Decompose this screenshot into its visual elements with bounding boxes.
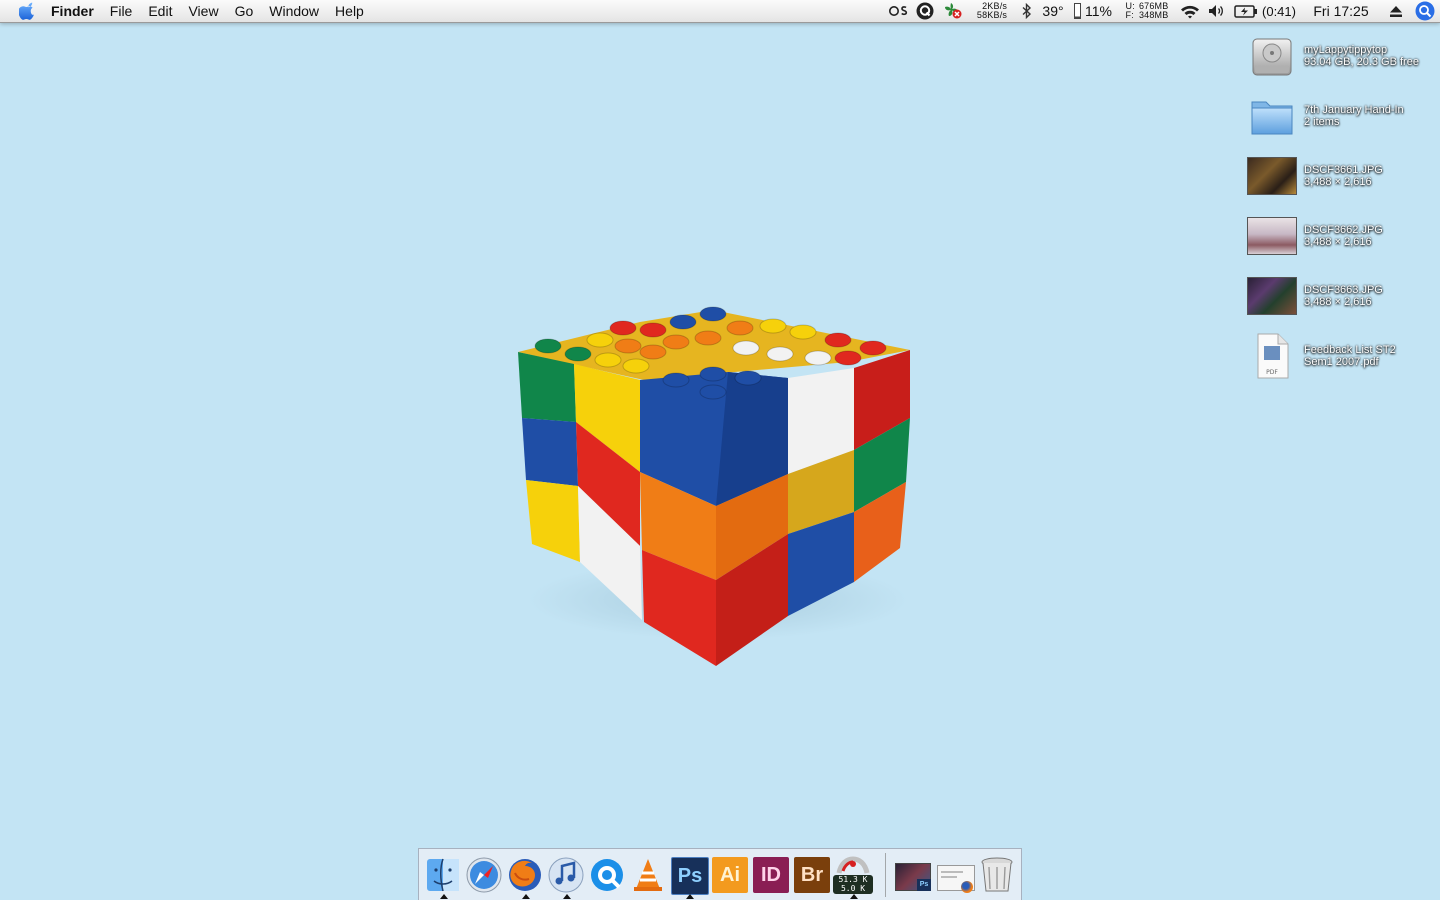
photoshop-badge: Ps — [917, 879, 931, 891]
photoshop-icon: Ps — [671, 857, 709, 895]
hard-drive-icon — [1246, 32, 1298, 80]
desktop-icon-info: 2 items — [1304, 116, 1340, 128]
os-menu-icon[interactable] — [886, 0, 912, 22]
safari-icon — [466, 857, 502, 893]
network-speed-monitor[interactable]: 2KB/s 58KB/s — [968, 0, 1016, 22]
dock-separator — [885, 853, 886, 897]
photo-thumbnail — [1246, 272, 1298, 320]
pdf-icon: PDF — [1246, 332, 1298, 380]
desktop-icon-hard-drive[interactable]: myLappytippytop 93.04 GB, 20.3 GB free — [1246, 32, 1436, 84]
desktop-icon-folder[interactable]: 7th January Hand-In 2 items — [1246, 92, 1436, 144]
menu-window[interactable]: Window — [261, 0, 327, 22]
memory-free-label: F: — [1125, 10, 1134, 20]
dock-firefox[interactable] — [505, 855, 545, 899]
desktop-icon-info: 3,488 × 2,616 — [1304, 296, 1372, 308]
network-monitor-icon — [836, 856, 870, 874]
dock-quicktime[interactable] — [587, 855, 627, 895]
dock-stack-photos[interactable]: Ps — [893, 855, 933, 895]
menu-view[interactable]: View — [180, 0, 226, 22]
cpu-monitor[interactable]: 11% — [1068, 0, 1118, 22]
svg-text:PDF: PDF — [1266, 369, 1278, 376]
illustrator-icon: Ai — [712, 857, 748, 893]
desktop-icon-label: DSCF3662.JPG — [1304, 224, 1383, 236]
menu-app-name[interactable]: Finder — [51, 0, 102, 22]
running-indicator — [522, 894, 530, 899]
menu-edit[interactable]: Edit — [140, 0, 180, 22]
network-monitor-down: 5.0 K — [840, 884, 866, 893]
desktop-icon-label: myLappytippytop — [1304, 44, 1388, 56]
dock-itunes[interactable] — [546, 855, 586, 899]
apple-menu-icon[interactable] — [19, 2, 37, 20]
indesign-icon: ID — [753, 857, 789, 893]
desktop-icon-pdf[interactable]: PDF Feedback List ST2 Sem1 2007.pdf — [1246, 332, 1436, 384]
battery-status[interactable]: (0:41) — [1230, 0, 1300, 22]
desktop-icon-info: 3,488 × 2,616 — [1304, 236, 1372, 248]
bridge-icon: Br — [794, 857, 830, 893]
firefox-badge-icon — [961, 881, 973, 893]
battery-time: (0:41) — [1262, 3, 1296, 19]
bluetooth-icon[interactable] — [1016, 0, 1038, 22]
cpu-bar-icon — [1074, 3, 1081, 19]
quicksilver-icon[interactable] — [912, 0, 938, 22]
desktop-icon-photo[interactable]: DSCF3661.JPG 3,488 × 2,616 — [1246, 152, 1436, 204]
desktop-icon-label-line2: Sem1 2007.pdf — [1304, 356, 1379, 368]
temperature-readout[interactable]: 39° — [1038, 0, 1068, 22]
network-monitor-readout: 51.3 K 5.0 K — [833, 875, 873, 894]
running-indicator — [440, 894, 448, 899]
battery-charging-icon — [1234, 4, 1258, 18]
running-indicator — [563, 894, 571, 899]
dock-finder[interactable] — [423, 855, 463, 899]
cpu-percent: 11% — [1085, 3, 1112, 19]
photo-thumbnail — [1246, 152, 1298, 200]
running-indicator — [850, 894, 858, 899]
firefox-icon — [509, 859, 541, 891]
dock-trash[interactable] — [977, 855, 1017, 895]
eject-icon[interactable] — [1382, 0, 1410, 22]
menu-file[interactable]: File — [102, 0, 141, 22]
network-download-speed: 58KB/s — [976, 10, 1008, 20]
lego-cube-wallpaper — [518, 306, 910, 666]
vlc-icon — [634, 859, 662, 891]
desktop-icon-label: Feedback List ST2 — [1304, 344, 1396, 356]
document-stack-line — [941, 871, 963, 873]
photo-thumbnail — [1246, 212, 1298, 260]
spotlight-search-icon[interactable] — [1410, 0, 1440, 22]
dock-photoshop[interactable]: Ps — [669, 855, 709, 899]
growl-icon[interactable] — [938, 0, 968, 22]
desktop-icon-label: 7th January Hand-In — [1304, 104, 1404, 116]
desktop-icon-info: 93.04 GB, 20.3 GB free — [1304, 56, 1419, 68]
dock-stack-downloads[interactable] — [935, 855, 975, 895]
desktop-icon-label: DSCF3663.JPG — [1304, 284, 1383, 296]
quicktime-icon — [591, 859, 623, 891]
desktop-icon-photo[interactable]: DSCF3663.JPG 3,488 × 2,616 — [1246, 272, 1436, 324]
finder-icon — [427, 858, 459, 892]
dock-network-monitor[interactable]: 51.3 K 5.0 K — [833, 855, 873, 899]
desktop-icon-info: 3,488 × 2,616 — [1304, 176, 1372, 188]
itunes-icon — [548, 857, 584, 893]
volume-icon[interactable] — [1204, 0, 1230, 22]
desktop-icon-photo[interactable]: DSCF3662.JPG 3,488 × 2,616 — [1246, 212, 1436, 264]
wifi-icon[interactable] — [1176, 0, 1204, 22]
dock-safari[interactable] — [464, 855, 504, 895]
menu-bar: Finder File Edit View Go Window Help 2KB… — [0, 0, 1440, 23]
network-monitor-up: 51.3 K — [838, 875, 868, 884]
folder-icon — [1246, 92, 1298, 140]
dock: Ps Ai ID Br 51.3 K 5.0 K Ps — [418, 848, 1022, 900]
dock-illustrator[interactable]: Ai — [710, 855, 750, 895]
desktop-icon-label: DSCF3661.JPG — [1304, 164, 1383, 176]
dock-indesign[interactable]: ID — [751, 855, 791, 895]
trash-icon — [981, 857, 1013, 892]
document-stack-line — [941, 876, 957, 878]
dock-bridge[interactable]: Br — [792, 855, 832, 895]
memory-free: 348MB — [1138, 10, 1169, 20]
menu-clock[interactable]: Fri 17:25 — [1300, 0, 1382, 22]
menu-help[interactable]: Help — [327, 0, 372, 22]
menu-go[interactable]: Go — [227, 0, 262, 22]
dock-vlc[interactable] — [628, 855, 668, 895]
running-indicator — [686, 894, 694, 899]
memory-monitor[interactable]: U: F: 676MB 348MB — [1118, 0, 1176, 22]
